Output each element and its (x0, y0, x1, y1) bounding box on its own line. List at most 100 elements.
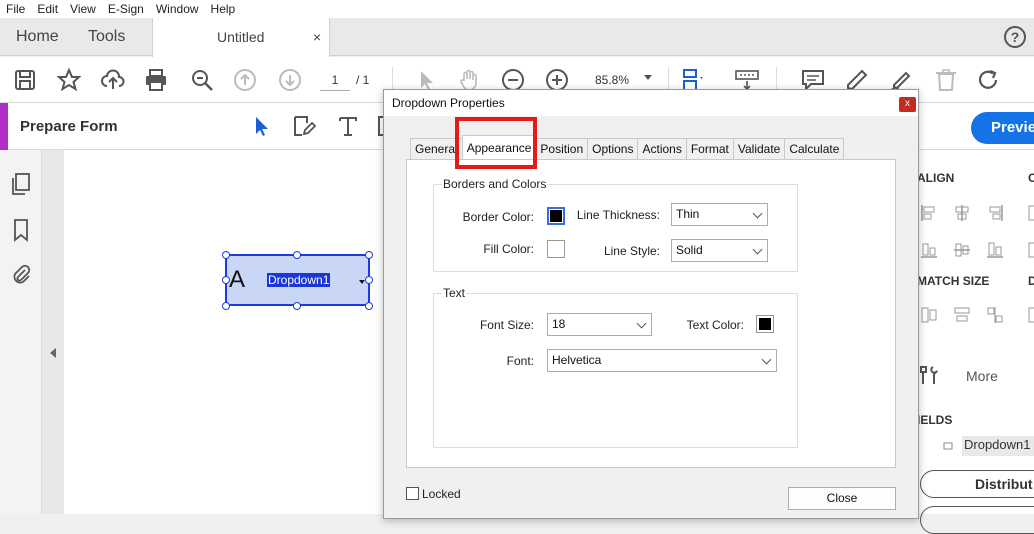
resize-handle[interactable] (365, 276, 373, 284)
text-color-label: Text Color: (686, 318, 744, 332)
resize-handle[interactable] (365, 302, 373, 310)
align-bottom-icon[interactable] (920, 241, 938, 259)
dropdown-form-field[interactable]: A Dropdown1 (225, 254, 370, 306)
text-field-icon[interactable] (335, 113, 361, 139)
page-number-input[interactable]: 1 (320, 69, 350, 91)
distribute-size-icon[interactable] (1028, 306, 1034, 324)
star-icon[interactable] (56, 67, 82, 93)
tab-calculate[interactable]: Calculate (784, 138, 845, 159)
distribute-icon[interactable] (1028, 204, 1034, 222)
bookmark-icon[interactable] (10, 218, 32, 242)
close-button[interactable]: Close (788, 487, 896, 510)
tab-format[interactable]: Format (685, 138, 734, 159)
center-heading: C (1028, 171, 1034, 185)
attachment-icon[interactable] (10, 262, 32, 286)
tab-home[interactable]: Home (16, 18, 59, 56)
text-color-fill (759, 318, 771, 330)
tab-options[interactable]: Options (587, 138, 639, 159)
zoom-dropdown-icon[interactable] (644, 75, 652, 80)
match-both-icon[interactable] (986, 306, 1004, 324)
font-size-label: Font Size: (479, 318, 534, 332)
upload-cloud-icon[interactable] (100, 67, 126, 93)
chevron-down-icon (761, 354, 772, 365)
save-icon[interactable] (12, 67, 38, 93)
menu-window[interactable]: Window (150, 2, 205, 16)
borders-colors-heading: Borders and Colors (442, 177, 548, 191)
align-right-icon[interactable] (986, 204, 1004, 222)
match-height-icon[interactable] (953, 306, 971, 324)
align-left-icon[interactable] (920, 204, 938, 222)
canvas-gutter (42, 150, 64, 514)
collapse-panel-icon[interactable] (50, 348, 56, 358)
page-total: / 1 (356, 73, 370, 87)
resize-handle[interactable] (293, 251, 301, 259)
edit-field-icon[interactable] (291, 113, 317, 139)
resize-handle[interactable] (222, 276, 230, 284)
print-icon[interactable] (143, 67, 169, 93)
align-top-icon[interactable] (986, 241, 1004, 259)
tool-accent-stripe (0, 103, 8, 150)
font-size-select[interactable]: 18 (547, 313, 652, 336)
tab-tools[interactable]: Tools (88, 18, 125, 56)
border-color-swatch[interactable] (547, 207, 565, 225)
tab-actions[interactable]: Actions (637, 138, 687, 159)
pages-icon[interactable] (10, 172, 32, 196)
secondary-button[interactable] (920, 506, 1034, 534)
line-style-label: Line Style: (603, 244, 660, 258)
zoom-search-icon[interactable] (189, 67, 215, 93)
locked-checkbox-box[interactable] (406, 487, 419, 500)
left-rail (0, 150, 42, 514)
fill-color-swatch[interactable] (547, 240, 565, 258)
document-tab-title: Untitled (217, 29, 265, 45)
match-width-icon[interactable] (920, 306, 938, 324)
font-value: Helvetica (552, 353, 602, 367)
text-color-swatch[interactable] (756, 315, 774, 333)
preview-button[interactable]: Previe (971, 112, 1034, 144)
redo-icon[interactable] (976, 67, 1002, 93)
appearance-panel: Borders and Colors Border Color: Line Th… (406, 159, 896, 468)
locked-checkbox[interactable]: Locked (406, 487, 461, 501)
menu-view[interactable]: View (64, 2, 102, 16)
distribute-button[interactable]: Distribut (920, 470, 1034, 498)
chevron-down-icon (636, 318, 647, 329)
tab-document[interactable]: Untitled × (152, 18, 330, 57)
distribute-vertical-icon[interactable] (1028, 241, 1034, 259)
menu-edit[interactable]: Edit (31, 2, 64, 16)
resize-handle[interactable] (222, 251, 230, 259)
font-label: Font: (506, 354, 534, 368)
tab-position[interactable]: Position (535, 138, 589, 159)
page-up-icon[interactable] (232, 67, 258, 93)
fields-list-item[interactable]: Dropdown1 (962, 436, 1034, 456)
line-thickness-select[interactable]: Thin (671, 203, 768, 226)
chevron-down-icon (752, 208, 763, 219)
border-color-fill (550, 210, 562, 222)
field-type-letter: A (229, 266, 246, 293)
close-tab-icon[interactable]: × (313, 18, 321, 56)
resize-handle[interactable] (365, 251, 373, 259)
page-down-icon[interactable] (277, 67, 303, 93)
line-style-select[interactable]: Solid (671, 239, 768, 262)
resize-handle[interactable] (293, 302, 301, 310)
document-page[interactable] (64, 150, 404, 514)
locked-label: Locked (422, 487, 461, 501)
annotation-highlight-box (455, 117, 537, 169)
help-icon[interactable]: ? (1004, 26, 1026, 48)
more-tools-icon[interactable] (918, 364, 940, 386)
align-middle-icon[interactable] (953, 241, 971, 259)
chevron-down-icon (752, 244, 763, 255)
line-style-value: Solid (676, 243, 703, 257)
zoom-level[interactable]: 85.8% (595, 69, 629, 91)
dialog-close-icon[interactable]: x (899, 97, 916, 112)
menu-esign[interactable]: E-Sign (102, 2, 150, 16)
select-object-icon[interactable] (248, 113, 274, 139)
trash-icon[interactable] (933, 67, 959, 93)
resize-handle[interactable] (222, 302, 230, 310)
align-center-icon[interactable] (953, 204, 971, 222)
menu-file[interactable]: File (0, 2, 31, 16)
fields-heading: IELDS (917, 413, 953, 427)
font-select[interactable]: Helvetica (547, 349, 777, 372)
more-label[interactable]: More (966, 368, 998, 384)
tab-validate[interactable]: Validate (732, 138, 786, 159)
prepare-form-title: Prepare Form (20, 118, 118, 135)
menu-help[interactable]: Help (205, 2, 242, 16)
